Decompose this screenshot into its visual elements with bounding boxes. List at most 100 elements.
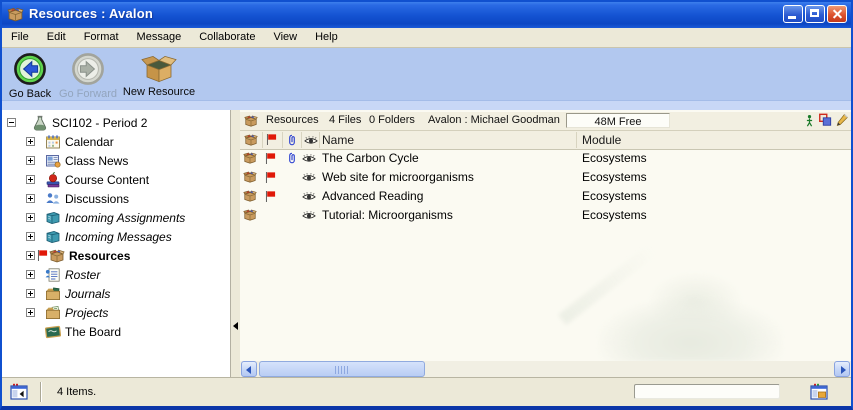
resource-row[interactable]: Tutorial: Microorganisms Ecosystems bbox=[240, 206, 851, 225]
folders-count: 0 Folders bbox=[369, 112, 415, 129]
files-count: 4 Files bbox=[329, 112, 361, 129]
castle-watermark bbox=[648, 272, 743, 322]
menu-collaborate[interactable]: Collaborate bbox=[190, 28, 264, 47]
tree-item-label: Discussions bbox=[65, 192, 129, 206]
apple-books-icon bbox=[45, 172, 61, 188]
status-bar: 4 Items. bbox=[2, 377, 851, 406]
tree-item-label: Resources bbox=[69, 249, 130, 263]
new-resource-label: New Resource bbox=[123, 86, 195, 98]
collapse-panel-icon[interactable] bbox=[233, 322, 238, 330]
go-back-button[interactable]: Go Back bbox=[6, 52, 54, 100]
thumb-grip bbox=[335, 366, 349, 374]
go-forward-button[interactable]: Go Forward bbox=[56, 52, 120, 100]
attachment-icon bbox=[285, 151, 299, 165]
eye-icon bbox=[302, 210, 316, 221]
tree-item-incoming-messages[interactable]: Incoming Messages bbox=[2, 227, 230, 246]
type-column-icon[interactable] bbox=[244, 133, 258, 147]
tree-item-course-content[interactable]: Course Content bbox=[2, 170, 230, 189]
collapse-icon[interactable] bbox=[7, 118, 16, 127]
status-progress-box bbox=[634, 384, 780, 399]
castle-watermark bbox=[598, 298, 783, 362]
menu-edit[interactable]: Edit bbox=[38, 28, 75, 47]
attachment-column-icon[interactable] bbox=[285, 133, 299, 147]
new-resource-icon bbox=[141, 52, 177, 84]
toggle-panel-icon[interactable] bbox=[810, 383, 828, 401]
resource-name: Tutorial: Microorganisms bbox=[322, 208, 453, 222]
tree-item-course-root[interactable]: SCI102 - Period 2 bbox=[2, 113, 230, 132]
tree-item-label: Projects bbox=[65, 306, 108, 320]
expand-icon[interactable] bbox=[26, 251, 35, 260]
resource-row[interactable]: Advanced Reading Ecosystems bbox=[240, 187, 851, 206]
toggle-sidebar-icon[interactable] bbox=[10, 383, 28, 401]
journals-folder-icon bbox=[45, 286, 61, 302]
tree-item-resources[interactable]: Resources bbox=[2, 246, 230, 265]
flag-column-icon[interactable] bbox=[266, 133, 277, 146]
expand-icon[interactable] bbox=[26, 308, 35, 317]
overlap-squares-icon[interactable] bbox=[818, 113, 832, 127]
name-column-header[interactable]: Name bbox=[322, 133, 354, 147]
panel-splitter[interactable] bbox=[231, 110, 240, 377]
flag-icon bbox=[37, 249, 48, 262]
column-separator bbox=[282, 132, 283, 148]
new-resource-button[interactable]: New Resource bbox=[120, 52, 198, 98]
expand-icon[interactable] bbox=[26, 156, 35, 165]
left-arrow-icon bbox=[246, 366, 251, 374]
tree-item-label: Incoming Assignments bbox=[65, 211, 185, 225]
notebook-icon bbox=[45, 210, 61, 226]
minimize-button[interactable] bbox=[783, 5, 803, 23]
free-space-value: 48M Free bbox=[594, 116, 641, 128]
free-space-gauge: 48M Free bbox=[566, 113, 670, 128]
tree-item-journals[interactable]: Journals bbox=[2, 284, 230, 303]
tree-item-discussions[interactable]: Discussions bbox=[2, 189, 230, 208]
scrollbar-thumb[interactable] bbox=[259, 361, 425, 377]
tree-item-label: Course Content bbox=[65, 173, 149, 187]
notebook-icon bbox=[45, 229, 61, 245]
resource-row[interactable]: The Carbon Cycle Ecosystems bbox=[240, 149, 851, 168]
flask-icon bbox=[32, 115, 48, 131]
menu-help[interactable]: Help bbox=[306, 28, 347, 47]
tree-item-incoming-assignments[interactable]: Incoming Assignments bbox=[2, 208, 230, 227]
toolbar-divider bbox=[2, 100, 851, 110]
expand-icon[interactable] bbox=[26, 213, 35, 222]
resource-name: Web site for microorganisms bbox=[322, 170, 474, 184]
expand-icon[interactable] bbox=[26, 270, 35, 279]
toolbar: Go Back Go Forward New Resource bbox=[2, 48, 851, 100]
close-button[interactable] bbox=[827, 5, 847, 23]
menu-view[interactable]: View bbox=[264, 28, 306, 47]
tree-item-roster[interactable]: Roster bbox=[2, 265, 230, 284]
expand-icon[interactable] bbox=[26, 137, 35, 146]
tree-item-projects[interactable]: Projects bbox=[2, 303, 230, 322]
menu-message[interactable]: Message bbox=[128, 28, 191, 47]
expand-icon[interactable] bbox=[26, 194, 35, 203]
eye-column-icon[interactable] bbox=[304, 135, 318, 146]
column-separator bbox=[576, 132, 577, 148]
resource-module: Ecosystems bbox=[582, 170, 647, 184]
tree-item-label: The Board bbox=[65, 325, 121, 339]
eye-icon bbox=[302, 153, 316, 164]
module-column-header[interactable]: Module bbox=[582, 133, 621, 147]
projects-folder-icon bbox=[45, 305, 61, 321]
flag-icon bbox=[265, 171, 276, 184]
tree-item-class-news[interactable]: Class News bbox=[2, 151, 230, 170]
title-bar[interactable]: Resources : Avalon bbox=[0, 0, 853, 28]
maximize-button[interactable] bbox=[805, 5, 825, 23]
horizontal-scrollbar[interactable] bbox=[240, 361, 851, 377]
items-count: 4 Items. bbox=[57, 378, 96, 406]
resource-name: Advanced Reading bbox=[322, 189, 423, 203]
resource-row[interactable]: Web site for microorganisms Ecosystems bbox=[240, 168, 851, 187]
expand-icon[interactable] bbox=[26, 232, 35, 241]
resources-box-icon bbox=[244, 114, 258, 128]
go-forward-icon bbox=[71, 52, 105, 86]
tree-item-the-board[interactable]: The Board bbox=[2, 322, 230, 341]
menu-file[interactable]: File bbox=[2, 28, 38, 47]
eye-icon bbox=[302, 172, 316, 183]
scroll-left-button[interactable] bbox=[241, 361, 257, 377]
expand-icon[interactable] bbox=[26, 175, 35, 184]
menu-format[interactable]: Format bbox=[75, 28, 128, 47]
person-icon[interactable] bbox=[803, 114, 816, 127]
maximize-icon bbox=[810, 9, 819, 17]
pencil-icon[interactable] bbox=[835, 113, 849, 127]
tree-item-calendar[interactable]: Calendar bbox=[2, 132, 230, 151]
expand-icon[interactable] bbox=[26, 289, 35, 298]
scroll-right-button[interactable] bbox=[834, 361, 850, 377]
